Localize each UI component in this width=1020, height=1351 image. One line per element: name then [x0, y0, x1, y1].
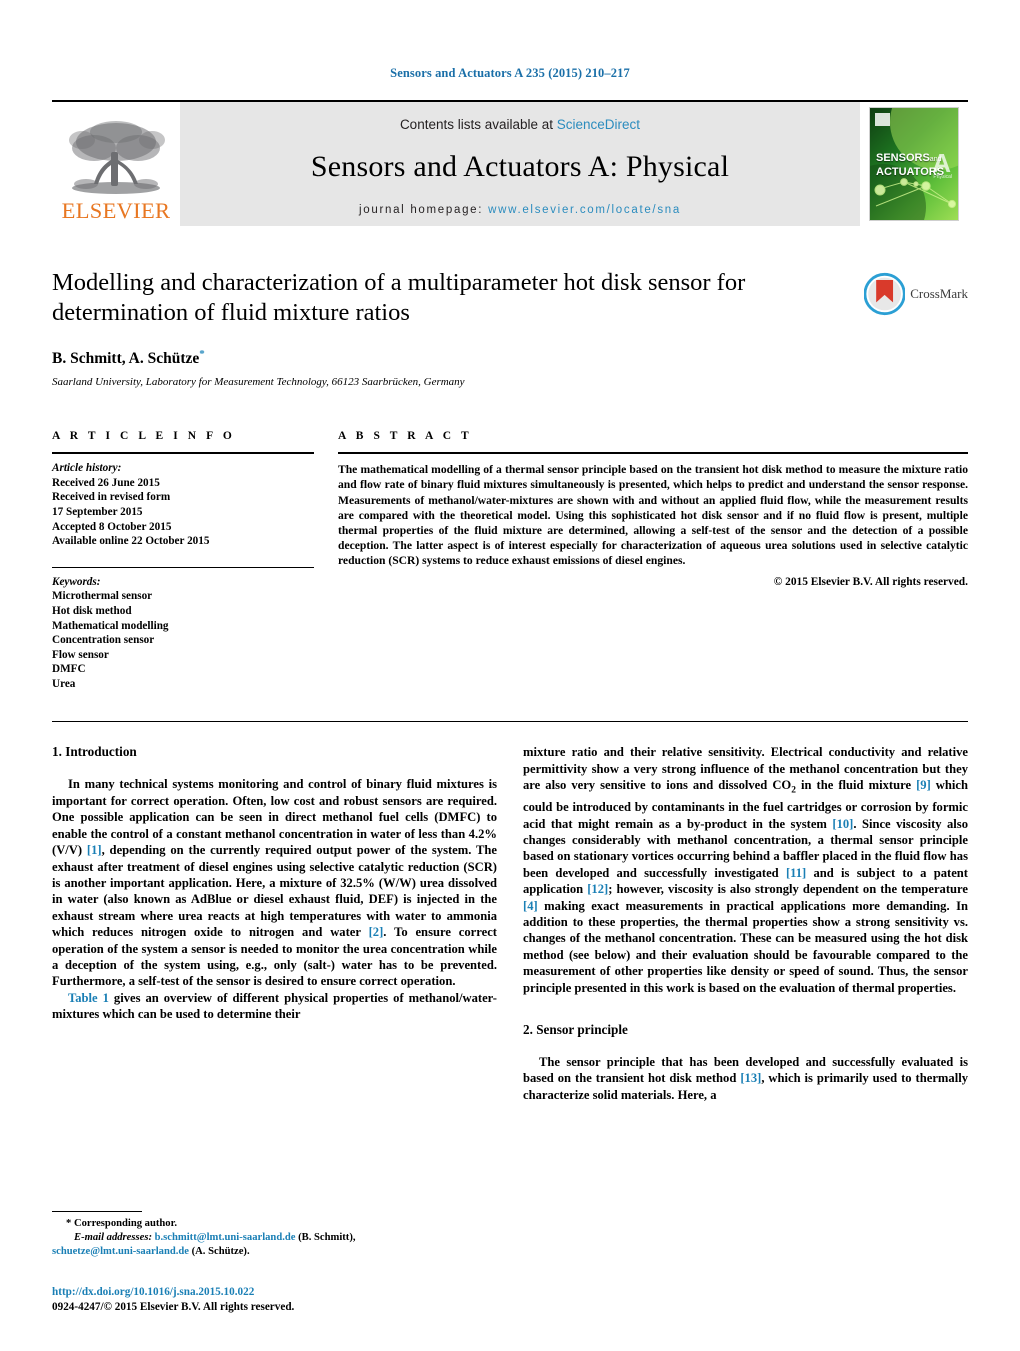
section-heading-sensor-principle: 2. Sensor principle [523, 1022, 628, 1038]
homepage-prefix: journal homepage: [359, 203, 489, 216]
abstract-rule [338, 452, 968, 455]
corresponding-author-marker: * [199, 348, 205, 360]
article-page: Sensors and Actuators A 235 (2015) 210–2… [0, 0, 1020, 1351]
title-block: Modelling and characterization of a mult… [52, 268, 968, 388]
keyword-item: Urea [52, 677, 76, 690]
history-item: Received 26 June 2015 [52, 476, 160, 489]
contents-prefix: Contents lists available at [399, 116, 557, 132]
contents-available-line: Contents lists available at ScienceDirec… [400, 117, 640, 132]
copyright-line: © 2015 Elsevier B.V. All rights reserved… [773, 575, 968, 588]
email-link-schuetze[interactable]: schuetze@lmt.uni-saarland.de [52, 1246, 189, 1257]
journal-homepage-line: journal homepage: www.elsevier.com/locat… [359, 204, 681, 216]
issn-copyright-line: 0924-4247/© 2015 Elsevier B.V. All right… [52, 1301, 295, 1313]
article-info-heading: A R T I C L E I N F O [52, 430, 236, 443]
info-abstract-section: A R T I C L E I N F O Article history: R… [52, 430, 968, 691]
keywords-rule [52, 566, 314, 568]
citation-ref-11[interactable]: [11] [786, 866, 806, 880]
crossmark-label: CrossMark [910, 286, 968, 301]
abstract-heading: A B S T R A C T [338, 430, 473, 443]
email1-owner: (B. Schmitt), [295, 1232, 356, 1243]
history-item: 17 September 2015 [52, 505, 143, 518]
email-addresses-note: E-mail addresses: b.schmitt@lmt.uni-saar… [52, 1231, 472, 1245]
article-info-rule [52, 452, 314, 455]
running-head: Sensors and Actuators A 235 (2015) 210–2… [390, 66, 630, 80]
crossmark-icon [864, 272, 906, 316]
citation-ref-9[interactable]: [9] [916, 778, 931, 792]
intro-p2-part-a: gives an overview of different physical … [52, 990, 497, 1022]
email2-owner: (A. Schütze). [188, 1246, 250, 1257]
doi-link[interactable]: http://dx.doi.org/10.1016/j.sna.2015.10.… [52, 1285, 294, 1300]
intro-paragraph-2: Table 1 gives an overview of different p… [52, 990, 497, 1023]
citation-ref-12[interactable]: [12] [587, 882, 608, 896]
sensor-paragraph-1: The sensor principle that has been devel… [523, 1054, 968, 1103]
keyword-item: Flow sensor [52, 648, 109, 661]
email-label: E-mail addresses: [74, 1232, 152, 1243]
body-column-left: 1. Introduction In many technical system… [52, 744, 497, 1103]
sciencedirect-link[interactable]: ScienceDirect [557, 117, 640, 132]
right-p1-part-b: in the fluid mixture [795, 778, 917, 793]
right-p1-part-f: ; however, viscosity is also strongly de… [608, 882, 968, 897]
history-item: Available online 22 October 2015 [52, 535, 210, 548]
email-second-line: schuetze@lmt.uni-saarland.de (A. Schütze… [52, 1245, 472, 1259]
keyword-item: Concentration sensor [52, 634, 155, 647]
doi-block: http://dx.doi.org/10.1016/j.sna.2015.10.… [52, 1285, 294, 1315]
keyword-item: Hot disk method [52, 604, 132, 617]
abstract-text: The mathematical modelling of a thermal … [338, 463, 968, 568]
citation-ref-1[interactable]: [1] [87, 843, 102, 857]
citation-ref-4[interactable]: [4] [523, 899, 538, 913]
elsevier-tree-icon [64, 118, 168, 200]
table-1-crossref[interactable]: Table 1 [68, 991, 109, 1005]
affiliation: Saarland University, Laboratory for Meas… [52, 376, 465, 389]
right-paragraph-1: mixture ratio and their relative sensiti… [523, 744, 968, 996]
email-link-schmitt[interactable]: b.schmitt@lmt.uni-saarland.de [155, 1232, 296, 1243]
section-heading-introduction: 1. Introduction [52, 744, 137, 760]
journal-homepage-link[interactable]: www.elsevier.com/locate/sna [488, 204, 681, 216]
body-columns: 1. Introduction In many technical system… [52, 744, 968, 1103]
keywords-label: Keywords: [52, 575, 101, 588]
journal-title: Sensors and Actuators A: Physical [310, 149, 730, 183]
keyword-item: Mathematical modelling [52, 619, 169, 632]
history-item: Accepted 8 October 2015 [52, 520, 172, 533]
elsevier-wordmark: ELSEVIER [61, 197, 171, 223]
abstract-column: A B S T R A C T The mathematical modelli… [338, 430, 968, 691]
intro-paragraph-1: In many technical systems monitoring and… [52, 776, 497, 989]
elsevier-logo: ELSEVIER [52, 102, 180, 226]
page-title: Modelling and characterization of a mult… [52, 269, 746, 326]
article-info-column: A R T I C L E I N F O Article history: R… [52, 430, 314, 691]
journal-cover-image: SENSORSand ACTUATORS A Physical [869, 107, 959, 221]
body-separator-rule [52, 721, 968, 723]
citation-ref-2[interactable]: [2] [369, 925, 384, 939]
citation-ref-10[interactable]: [10] [832, 817, 853, 831]
crossmark-badge[interactable]: CrossMark [864, 270, 968, 318]
keyword-item: Microthermal sensor [52, 590, 153, 603]
cover-subtitle: Physical [933, 174, 952, 180]
footnote-rule [52, 1211, 142, 1212]
author-list: B. Schmitt, A. Schütze* [52, 348, 968, 368]
journal-band: Contents lists available at ScienceDirec… [180, 102, 860, 226]
body-column-right: mixture ratio and their relative sensiti… [523, 744, 968, 1103]
authors-text: B. Schmitt, A. Schütze [52, 350, 200, 368]
journal-masthead: ELSEVIER Contents lists available at Sci… [52, 100, 968, 226]
keywords-block: Keywords: Microthermal sensor Hot disk m… [52, 566, 314, 692]
right-p1-part-g: making exact measurements in practical a… [523, 898, 968, 995]
journal-cover-thumbnail: SENSORSand ACTUATORS A Physical [860, 102, 968, 226]
article-history-block: Article history: Received 26 June 2015 R… [52, 461, 314, 549]
keyword-item: DMFC [52, 663, 86, 676]
corresponding-author-note: * Corresponding author. [66, 1218, 177, 1229]
article-history-label: Article history: [52, 462, 122, 475]
citation-ref-13[interactable]: [13] [740, 1071, 761, 1085]
history-item: Received in revised form [52, 491, 171, 504]
footnote-block: * Corresponding author. E-mail addresses… [52, 1211, 472, 1259]
cover-line1: SENSORS [876, 152, 930, 164]
